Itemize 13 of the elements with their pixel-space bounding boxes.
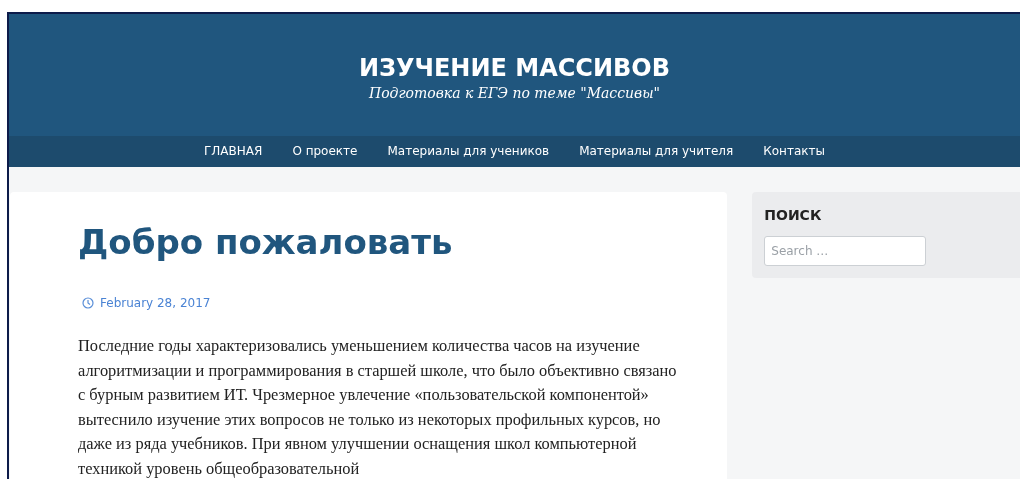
- nav-link[interactable]: Контакты: [762, 136, 826, 167]
- nav-link[interactable]: ГЛАВНАЯ: [203, 136, 264, 167]
- nav-link[interactable]: Материалы для учителя: [578, 136, 735, 167]
- nav-link[interactable]: О проекте: [291, 136, 359, 167]
- nav-link[interactable]: Материалы для учеников: [386, 136, 551, 167]
- post-title: Добро пожаловать: [78, 221, 454, 264]
- site-tagline: Подготовка к ЕГЭ по теме "Массивы": [368, 84, 661, 103]
- widget-heading: ПОИСК: [764, 206, 823, 224]
- clock-icon: [82, 297, 94, 309]
- search-field[interactable]: Search …: [764, 236, 927, 266]
- site-title[interactable]: ИЗУЧЕНИЕ МАССИВОВ: [358, 53, 671, 83]
- post-body-text: Последние годы характеризовались уменьшением количества часов на изучение алгоритмизации и программирования в старшей школе, что было объективно связано с бурным развитием ИТ. Чрезмерное увлечение «пользовательской компонентой» вытеснило изучение этих вопросов не только из некоторых профильных курсов, но даже из ряда учебников. При явном улучшении оснащения школ компьютерной техникой уровень общеобразовательной: [78, 335, 678, 479]
- post-date-link[interactable]: February 28, 2017: [100, 294, 211, 312]
